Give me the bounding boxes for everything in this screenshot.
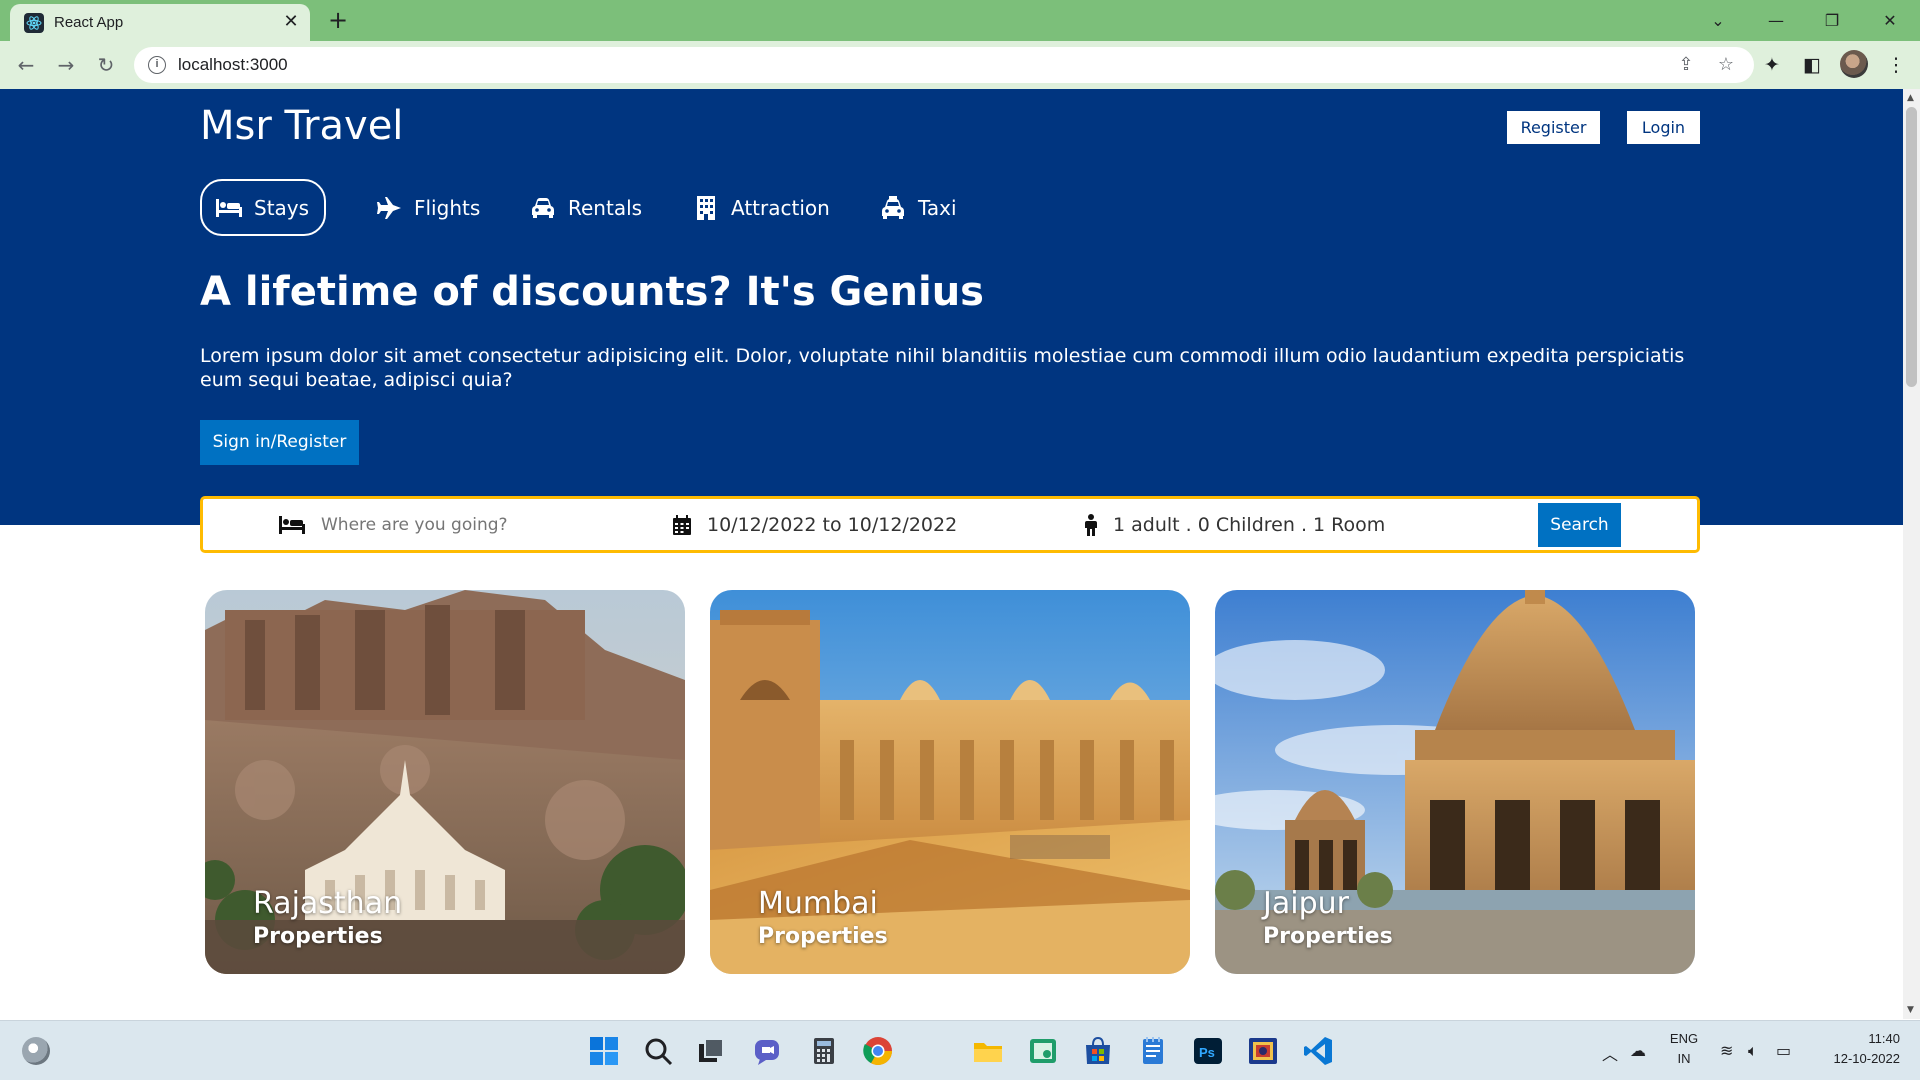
address-url[interactable]: localhost:3000 [178, 55, 288, 75]
sign-in-register-button[interactable]: Sign in/Register [200, 420, 359, 465]
input-language[interactable]: ENG [1668, 1031, 1700, 1046]
photo-app-icon[interactable] [1247, 1035, 1279, 1067]
back-icon[interactable]: ← [12, 51, 40, 79]
clock-time[interactable]: 11:40 [1820, 1031, 1900, 1046]
nav-taxi-label: Taxi [918, 195, 957, 220]
weather-widget-icon[interactable] [22, 1037, 50, 1065]
calculator-icon[interactable] [808, 1035, 840, 1067]
card-subtitle: Properties [1263, 924, 1393, 949]
destination-input[interactable]: Where are you going? [321, 515, 508, 535]
hero-description: Lorem ipsum dolor sit amet consectetur a… [200, 345, 1685, 391]
volume-icon[interactable]: 🔈︎ [1748, 1041, 1758, 1061]
bookmark-star-icon[interactable]: ☆ [1714, 53, 1738, 77]
nav-attraction[interactable]: Attraction [693, 179, 830, 236]
card-title: Jaipur [1263, 886, 1349, 921]
search-bar: Where are you going? 10/12/2022 to 10/12… [200, 496, 1700, 553]
date-range-text[interactable]: 10/12/2022 to 10/12/2022 [707, 514, 957, 536]
restore-icon[interactable]: ❐ [1814, 6, 1850, 36]
register-button[interactable]: Register [1507, 111, 1600, 144]
chat-icon[interactable] [752, 1035, 784, 1067]
card-subtitle: Properties [253, 924, 383, 949]
battery-icon[interactable]: ▭ [1776, 1041, 1791, 1060]
show-hidden-icons-chevron-icon[interactable]: ︿ [1602, 1041, 1618, 1065]
brand-logo[interactable]: Msr Travel [200, 103, 403, 149]
nav-taxi[interactable]: Taxi [880, 179, 957, 236]
close-window-icon[interactable]: ✕ [1872, 6, 1908, 36]
search-icon[interactable] [642, 1035, 674, 1067]
wifi-icon[interactable]: ≋ [1720, 1041, 1733, 1060]
occupancy-field[interactable]: 1 adult . 0 Children . 1 Room [1085, 499, 1385, 550]
site-info-icon[interactable]: i [148, 56, 166, 74]
scroll-up-arrow-icon[interactable]: ▲ [1907, 93, 1914, 103]
nav-stays-label: Stays [254, 195, 310, 220]
forward-icon[interactable]: → [52, 51, 80, 79]
extensions-puzzle-icon[interactable]: ✦ [1758, 51, 1786, 79]
scroll-down-arrow-icon[interactable]: ▼ [1907, 1005, 1914, 1015]
property-card-jaipur[interactable]: Jaipur Properties [1215, 590, 1695, 974]
chrome-icon[interactable] [862, 1035, 894, 1067]
notepad-icon[interactable] [1137, 1035, 1169, 1067]
clock-date[interactable]: 12-10-2022 [1820, 1051, 1901, 1066]
react-favicon-icon [24, 13, 44, 33]
nav-attraction-label: Attraction [731, 195, 830, 220]
card-subtitle: Properties [758, 924, 888, 949]
occupancy-text[interactable]: 1 adult . 0 Children . 1 Room [1113, 514, 1385, 536]
destination-field[interactable]: Where are you going? [279, 499, 508, 550]
svg-text:Ps: Ps [1199, 1045, 1215, 1060]
windows-start-icon[interactable] [588, 1035, 620, 1067]
site-header: Msr Travel Register Login Stays Flights … [0, 89, 1903, 525]
person-icon [1085, 513, 1097, 536]
browser-toolbar: ← → ↻ i localhost:3000 ⇪ ☆ ✦ ◧ ⋮ [0, 41, 1920, 89]
property-card-mumbai[interactable]: Mumbai Properties [710, 590, 1190, 974]
scroll-thumb[interactable] [1906, 107, 1917, 387]
plane-icon [376, 195, 402, 221]
browser-tab-strip: React App ✕ + ⌄ — ❐ ✕ [0, 0, 1920, 41]
calendar-icon [673, 514, 691, 535]
building-icon [693, 195, 719, 221]
side-panel-icon[interactable]: ◧ [1798, 51, 1826, 79]
page-scrollbar[interactable]: ▲ ▼ [1903, 89, 1920, 1019]
address-bar[interactable]: i localhost:3000 ⇪ ☆ [134, 47, 1754, 83]
new-tab-button[interactable]: + [324, 7, 352, 35]
dev-home-icon[interactable] [1027, 1035, 1059, 1067]
vscode-icon[interactable] [1302, 1035, 1334, 1067]
task-view-icon[interactable] [696, 1035, 728, 1067]
date-field[interactable]: 10/12/2022 to 10/12/2022 [673, 499, 957, 550]
login-button[interactable]: Login [1627, 111, 1700, 144]
minimize-icon[interactable]: — [1758, 6, 1794, 36]
nav-flights[interactable]: Flights [376, 179, 480, 236]
page-viewport: Msr Travel Register Login Stays Flights … [0, 89, 1903, 1019]
car-icon [530, 195, 556, 221]
card-title: Mumbai [758, 886, 878, 921]
hero-title: A lifetime of discounts? It's Genius [200, 269, 984, 315]
share-icon[interactable]: ⇪ [1674, 53, 1698, 77]
tab-search-chevron-icon[interactable]: ⌄ [1700, 6, 1736, 36]
taxi-icon [880, 195, 906, 221]
tab-title: React App [54, 14, 124, 31]
nav-flights-label: Flights [414, 195, 481, 220]
property-card-rajasthan[interactable]: Rajasthan Properties [205, 590, 685, 974]
card-title: Rajasthan [253, 886, 403, 921]
file-explorer-icon[interactable] [972, 1035, 1004, 1067]
nav-stays[interactable]: Stays [200, 179, 326, 236]
nav-rentals[interactable]: Rentals [530, 179, 642, 236]
profile-avatar[interactable] [1840, 50, 1868, 78]
onedrive-cloud-icon[interactable]: ☁ [1630, 1041, 1646, 1060]
menu-kebab-icon[interactable]: ⋮ [1882, 51, 1910, 79]
bed-icon [279, 515, 305, 534]
bed-icon [216, 195, 242, 221]
search-button[interactable]: Search [1538, 503, 1621, 547]
browser-tab[interactable]: React App ✕ [10, 4, 310, 41]
input-region[interactable]: IN [1668, 1051, 1700, 1066]
reload-icon[interactable]: ↻ [92, 51, 120, 79]
nav-rentals-label: Rentals [568, 195, 643, 220]
close-tab-icon[interactable]: ✕ [280, 11, 302, 33]
microsoft-store-icon[interactable] [1082, 1035, 1114, 1067]
photoshop-icon[interactable]: Ps [1192, 1035, 1224, 1067]
windows-taskbar: Ps ︿ ☁ ENG IN ≋ 🔈︎ ▭ 11:40 12-10-2022 [0, 1020, 1920, 1080]
